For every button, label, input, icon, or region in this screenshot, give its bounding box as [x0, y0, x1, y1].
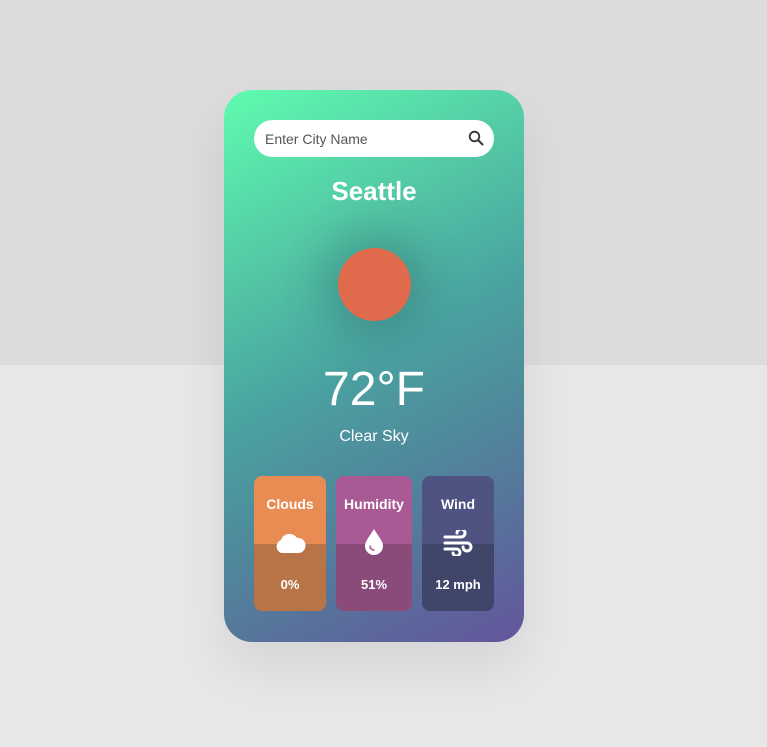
temperature: 72°F	[323, 363, 425, 416]
sun-icon	[338, 248, 411, 321]
weather-card: Seattle 72°F Clear Sky Clouds 0% Humidit…	[224, 90, 524, 642]
weather-description: Clear Sky	[339, 428, 409, 445]
city-name: Seattle	[331, 176, 417, 206]
search-bar	[254, 120, 494, 157]
droplet-icon	[365, 529, 383, 555]
wind-value: 12 mph	[435, 577, 481, 592]
clouds-label: Clouds	[266, 496, 314, 512]
wind-icon	[443, 530, 473, 556]
humidity-label: Humidity	[344, 496, 404, 512]
wind-tile: Wind 12 mph	[422, 476, 494, 611]
clouds-value: 0%	[280, 577, 300, 592]
cloud-icon	[276, 533, 306, 553]
clouds-tile: Clouds 0%	[254, 476, 326, 611]
city-search-input[interactable]	[265, 120, 460, 157]
wind-label: Wind	[440, 496, 476, 512]
humidity-tile: Humidity 51%	[336, 476, 412, 611]
search-icon[interactable]	[468, 130, 484, 146]
humidity-value: 51%	[360, 577, 388, 592]
